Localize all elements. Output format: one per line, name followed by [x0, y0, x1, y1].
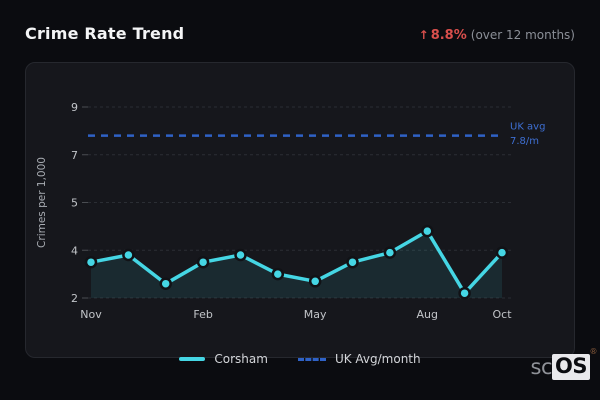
registered-mark: ®: [589, 347, 598, 356]
data-point: [495, 246, 509, 259]
uk-avg-dashed-swatch-icon: [297, 357, 326, 361]
data-point: [196, 255, 210, 269]
y-tick-label: 7: [71, 149, 78, 162]
corsham-line-swatch-icon: [179, 357, 206, 361]
uk-avg-label: 7.8/m: [510, 136, 539, 147]
header: Crime Rate Trend ↑ 8.8% (over 12 months): [25, 24, 575, 43]
data-point: [346, 255, 359, 269]
x-tick-label: Nov: [80, 308, 102, 321]
data-point: [383, 246, 397, 259]
x-tick-label: Feb: [193, 308, 212, 321]
corsham-area-fill: [91, 231, 502, 298]
data-point: [458, 286, 471, 300]
data-point: [234, 248, 247, 262]
trend-value: 8.8%: [430, 28, 467, 43]
y-tick-label: 5: [71, 197, 78, 210]
trend-caption: (over 12 months): [470, 28, 575, 42]
data-point: [421, 224, 434, 238]
scos-logo: sc OS ®: [530, 347, 597, 381]
y-axis-title: Crimes per 1,000: [36, 157, 48, 248]
y-tick-label: 2: [71, 292, 78, 305]
trend-indicator: ↑ 8.8% (over 12 months): [419, 28, 575, 43]
y-tick-label: 4: [71, 244, 78, 257]
x-tick-label: May: [304, 308, 327, 321]
data-point: [308, 275, 322, 288]
x-tick-label: Oct: [492, 308, 512, 321]
chart-legend: Corsham UK Avg/month: [0, 352, 600, 366]
data-point: [84, 255, 98, 269]
y-tick-label: 9: [71, 101, 78, 114]
legend-item-corsham: Corsham: [179, 352, 268, 366]
chart-panel: 2 4 5 7 9 Crimes per 1,000 Nov Feb May Aug Oct UK a…: [25, 62, 575, 358]
crime-trend-chart: 2 4 5 7 9 Crimes per 1,000 Nov Feb May Aug Oct UK a…: [36, 101, 545, 321]
legend-label-corsham: Corsham: [214, 352, 268, 366]
x-tick-label: Aug: [417, 308, 438, 321]
page-title: Crime Rate Trend: [25, 24, 185, 43]
data-point: [122, 248, 135, 262]
data-point: [159, 277, 172, 290]
trend-up-arrow-icon: ↑: [418, 28, 429, 42]
logo-suffix-box: OS ®: [552, 347, 597, 381]
logo-suffix: OS: [555, 354, 587, 378]
uk-avg-label: UK avg: [510, 122, 545, 133]
legend-label-uk-avg: UK Avg/month: [334, 352, 421, 366]
logo-prefix: sc: [530, 355, 553, 380]
legend-item-uk-avg: UK Avg/month: [297, 352, 421, 366]
data-point: [271, 267, 285, 281]
